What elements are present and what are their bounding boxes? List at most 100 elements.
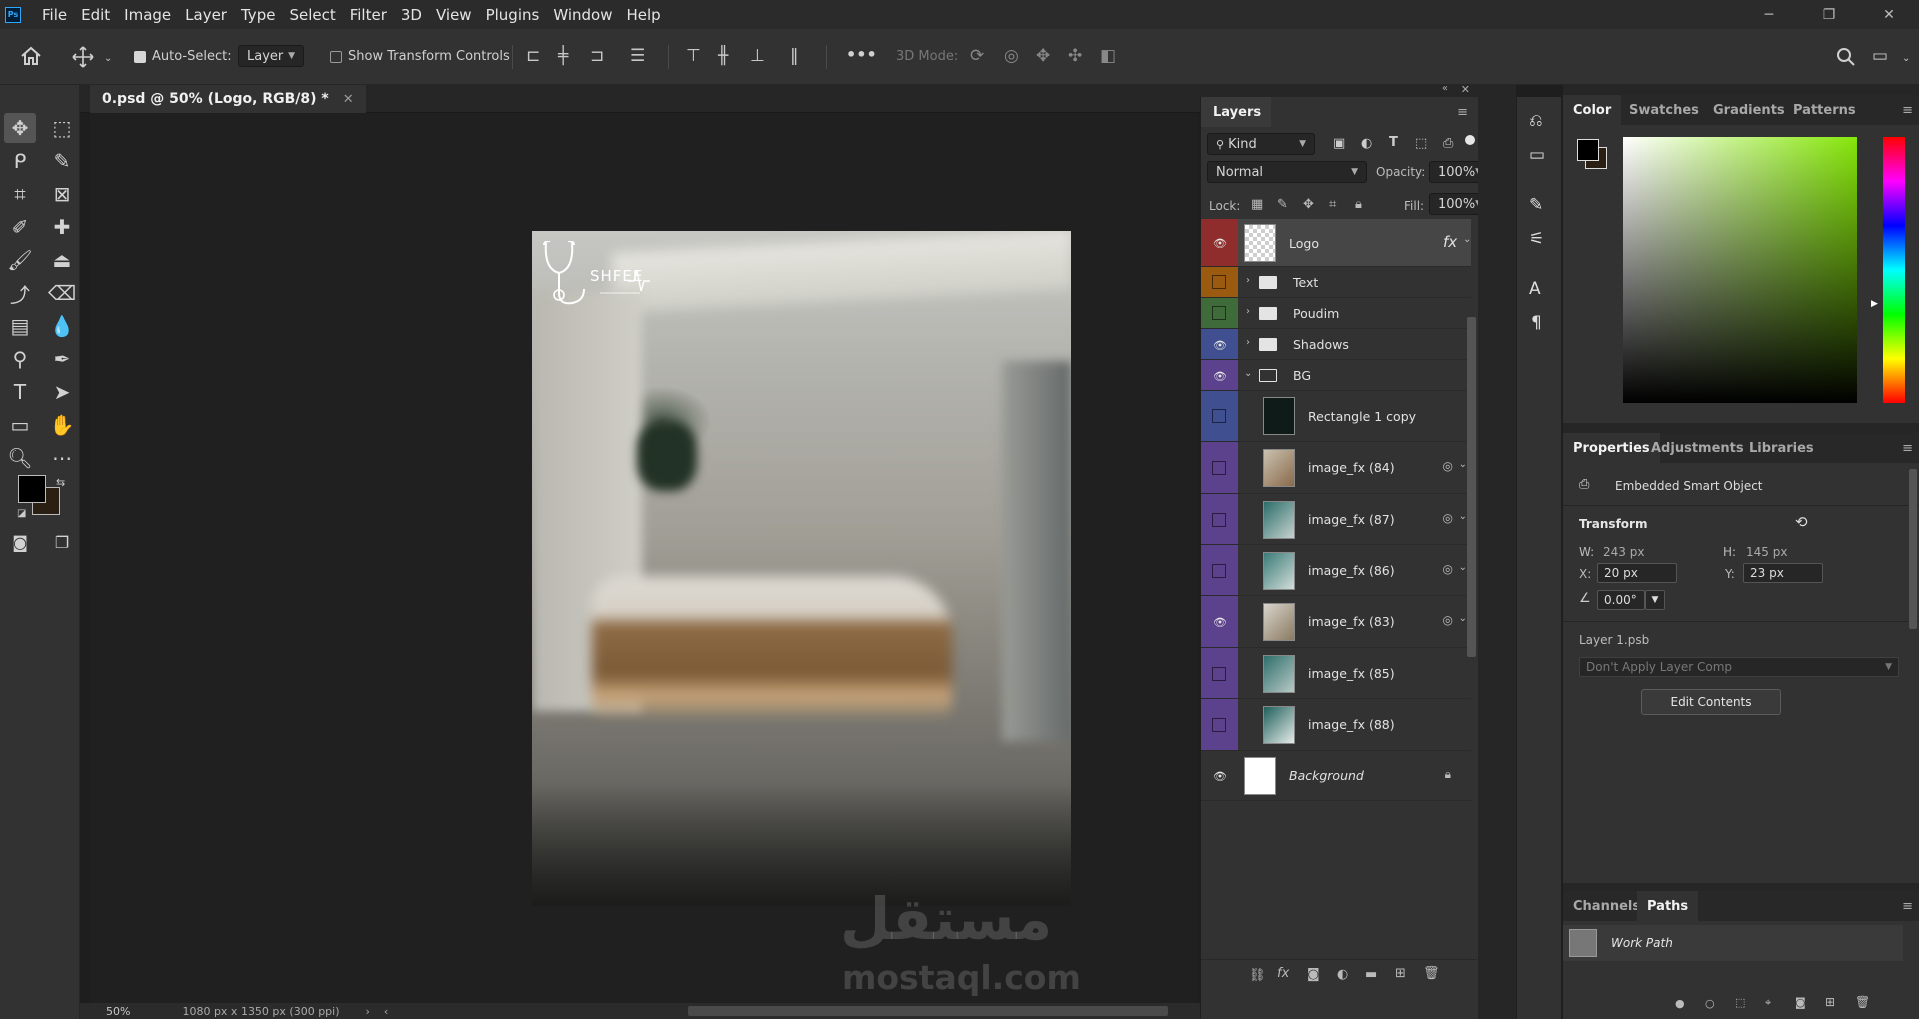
collapse-panel-icon[interactable]: « xyxy=(1442,83,1448,94)
layer-row-rectangle-copy[interactable]: Rectangle 1 copy xyxy=(1201,391,1471,442)
show-transform-checkbox[interactable] xyxy=(330,51,342,63)
zoom-tool-icon[interactable]: 🔍︎ xyxy=(4,443,36,473)
restore-button[interactable]: ❐ xyxy=(1799,0,1859,29)
layer-row-image-86[interactable]: image_fx (86) ◎ ⌄ xyxy=(1201,545,1471,596)
path-selection-tool-icon[interactable]: ➤ xyxy=(46,377,78,407)
tab-patterns[interactable]: Patterns xyxy=(1783,95,1866,125)
lock-artboard-icon[interactable]: ⌗ xyxy=(1329,197,1336,212)
gradient-tool-icon[interactable]: ▤ xyxy=(4,311,36,341)
blur-tool-icon[interactable]: 💧 xyxy=(46,311,78,341)
frame-tool-icon[interactable]: ⊠ xyxy=(46,179,78,209)
delete-path-icon[interactable]: 🗑︎ xyxy=(1855,995,1870,1009)
orbit-3d-icon[interactable]: ⟳ xyxy=(970,46,984,66)
link-layers-icon[interactable]: ⛓ xyxy=(1249,968,1266,983)
eyedropper-tool-icon[interactable]: ✐ xyxy=(4,212,36,242)
edit-contents-button[interactable]: Edit Contents xyxy=(1641,689,1781,715)
tab-paths[interactable]: Paths xyxy=(1637,891,1699,921)
chevron-down-icon[interactable]: ⌄ xyxy=(1459,511,1467,522)
add-mask-icon[interactable]: ◙ xyxy=(1795,996,1806,1009)
brush-tool-icon[interactable]: 🖌 xyxy=(4,245,36,275)
layer-row-shadows[interactable]: 👁︎ › Shadows xyxy=(1201,329,1471,360)
zoom-level[interactable]: 50% xyxy=(106,1005,130,1018)
visibility-toggle[interactable] xyxy=(1212,409,1226,423)
crop-tool-icon[interactable]: ⌗ xyxy=(4,179,36,209)
eye-icon[interactable]: 👁︎ xyxy=(1212,339,1228,352)
fx-icon[interactable]: fx xyxy=(1443,233,1457,251)
menu-help[interactable]: Help xyxy=(619,6,667,24)
chevron-right-icon[interactable]: › xyxy=(1246,306,1250,317)
more-options-button[interactable]: ••• xyxy=(846,45,877,64)
lock-transparent-icon[interactable]: ▦ xyxy=(1251,197,1263,212)
visibility-toggle[interactable] xyxy=(1212,306,1226,320)
default-colors-icon[interactable]: ◪ xyxy=(17,508,26,519)
chevron-down-icon[interactable]: ⌄ xyxy=(1902,49,1910,69)
panel-menu-icon[interactable]: ≡ xyxy=(1457,105,1468,120)
horizontal-scrollbar[interactable] xyxy=(688,1006,1169,1016)
chevron-right-icon[interactable]: › xyxy=(1246,275,1250,286)
align-top-icon[interactable]: ⊤ xyxy=(686,46,701,66)
comments-icon[interactable]: ▭ xyxy=(1529,145,1545,165)
distribute-horizontal-icon[interactable]: ‖ xyxy=(790,46,799,66)
chevron-right-icon[interactable]: › xyxy=(1246,337,1250,348)
visibility-toggle[interactable] xyxy=(1212,564,1226,578)
move-tool-icon[interactable] xyxy=(72,46,94,68)
close-button[interactable]: ✕ xyxy=(1859,0,1919,29)
distribute-vertical-icon[interactable]: ☰ xyxy=(630,46,645,66)
home-icon[interactable] xyxy=(20,46,42,66)
rectangle-tool-icon[interactable]: ▭ xyxy=(4,410,36,440)
new-path-icon[interactable]: ⊞ xyxy=(1825,995,1835,1009)
blend-mode-dropdown[interactable]: Normal ▼ xyxy=(1207,161,1367,183)
layer-row-text[interactable]: › Text xyxy=(1201,267,1471,298)
filter-shape-icon[interactable]: ⬚ xyxy=(1415,136,1427,151)
status-expand-icon[interactable]: › xyxy=(366,1005,370,1018)
angle-dropdown[interactable]: ▼ xyxy=(1645,590,1665,610)
document-tab[interactable]: 0.psd @ 50% (Logo, RGB/8) * ✕ xyxy=(90,85,366,113)
minimize-button[interactable]: ─ xyxy=(1739,0,1799,29)
chevron-down-icon[interactable]: ⌄ xyxy=(1459,562,1467,573)
path-row-work-path[interactable]: Work Path xyxy=(1563,925,1903,961)
fill-path-icon[interactable]: ● xyxy=(1675,997,1685,1010)
layers-tab[interactable]: Layers xyxy=(1213,105,1261,120)
close-panel-icon[interactable]: ✕ xyxy=(1461,83,1470,96)
layer-row-background[interactable]: 👁︎ Background 🔒︎ xyxy=(1201,751,1471,801)
smart-filter-icon[interactable]: ◎ xyxy=(1443,562,1453,576)
menu-plugins[interactable]: Plugins xyxy=(479,6,547,24)
auto-select-target-dropdown[interactable]: Layer ▼ xyxy=(238,45,304,67)
menu-layer[interactable]: Layer xyxy=(178,6,234,24)
angle-input[interactable]: 0.00° xyxy=(1597,590,1645,610)
swap-colors-icon[interactable]: ⇆ xyxy=(56,476,65,489)
align-center-icon[interactable]: ╪ xyxy=(558,46,568,66)
smart-filter-icon[interactable]: ◎ xyxy=(1443,459,1453,473)
pen-tool-icon[interactable]: ✒ xyxy=(46,344,78,374)
marquee-tool-icon[interactable]: ⬚ xyxy=(46,113,78,143)
layer-row-image-88[interactable]: image_fx (88) xyxy=(1201,699,1471,751)
visibility-toggle[interactable] xyxy=(1212,513,1226,527)
color-field[interactable] xyxy=(1623,137,1857,403)
layer-row-image-84[interactable]: image_fx (84) ◎ ⌄ xyxy=(1201,442,1471,494)
panel-menu-icon[interactable]: ≡ xyxy=(1902,103,1913,118)
lock-all-icon[interactable]: 🔒︎ xyxy=(1355,197,1362,212)
layers-scrollbar[interactable] xyxy=(1467,317,1476,657)
selection-to-path-icon[interactable]: ⌖ xyxy=(1765,996,1771,1010)
foreground-color-swatch[interactable] xyxy=(18,475,46,503)
eye-icon[interactable]: 👁︎ xyxy=(1212,237,1228,250)
foreground-color-chip[interactable] xyxy=(1577,139,1599,161)
filter-type-icon[interactable]: T xyxy=(1389,135,1398,150)
stamp-tool-icon[interactable]: ⏏ xyxy=(46,245,78,275)
properties-scrollbar[interactable] xyxy=(1909,469,1917,629)
menu-type[interactable]: Type xyxy=(234,6,282,24)
filter-smart-object-icon[interactable]: ⎙ xyxy=(1443,136,1453,151)
visibility-toggle[interactable] xyxy=(1212,275,1226,289)
filter-toggle-icon[interactable] xyxy=(1465,135,1475,145)
filter-adjustment-icon[interactable]: ◐ xyxy=(1361,136,1372,151)
visibility-toggle[interactable] xyxy=(1212,461,1226,475)
hue-slider[interactable] xyxy=(1883,137,1905,403)
roll-3d-icon[interactable]: ◎ xyxy=(1004,46,1019,66)
smart-filter-icon[interactable]: ◎ xyxy=(1443,613,1453,627)
lock-pixels-icon[interactable]: ✎ xyxy=(1277,197,1288,212)
hue-slider-handle[interactable]: ▶ xyxy=(1871,299,1878,309)
add-mask-icon[interactable]: ◙ xyxy=(1307,967,1320,982)
menu-image[interactable]: Image xyxy=(117,6,178,24)
hand-tool-icon[interactable]: ✋ xyxy=(46,410,78,440)
brushes-icon[interactable]: ⚟ xyxy=(1529,229,1544,249)
